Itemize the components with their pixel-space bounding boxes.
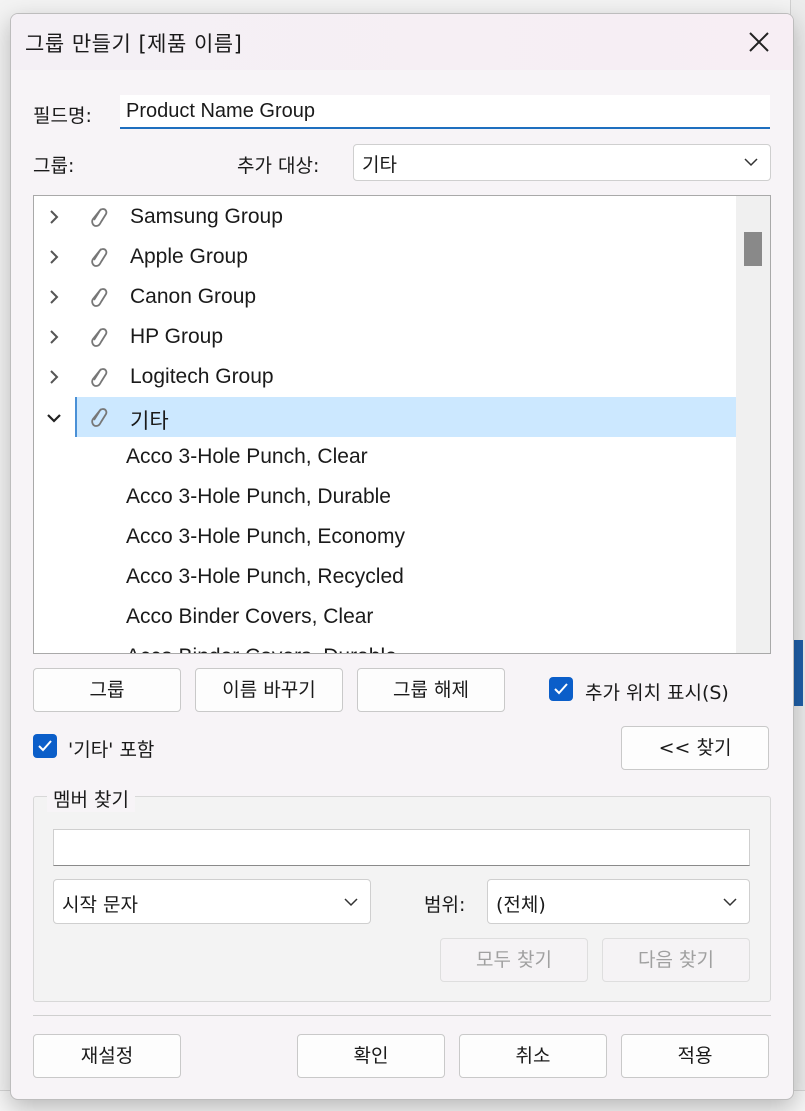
field-name-label: 필드명: (33, 105, 92, 127)
tree-member-label: Acco 3-Hole Punch, Clear (126, 445, 368, 468)
tree-member-label: Acco Binder Covers, Clear (126, 605, 374, 628)
chevron-right-icon[interactable] (48, 289, 60, 305)
chevron-right-icon[interactable] (48, 249, 60, 265)
find-members-title: 멤버 찾기 (47, 785, 135, 812)
tree-group-label: HP Group (130, 325, 223, 348)
find-all-button[interactable]: 모두 찾기 (440, 938, 588, 982)
find-all-label: 모두 찾기 (476, 949, 552, 971)
chevron-right-icon[interactable] (48, 369, 60, 385)
tree-group-row[interactable]: Logitech Group (34, 357, 736, 397)
ungroup-button-label: 그룹 해제 (393, 679, 469, 701)
paperclip-icon (91, 408, 108, 427)
add-target-value: 기타 (362, 154, 397, 176)
close-icon (749, 32, 769, 52)
checkmark-icon (554, 683, 568, 695)
add-target-label: 추가 대상: (237, 155, 320, 177)
tree-group-row[interactable]: Canon Group (34, 277, 736, 317)
group-button-label: 그룹 (89, 679, 125, 701)
tree-group-label: 기타 (130, 410, 169, 433)
group-button[interactable]: 그룹 (33, 668, 181, 712)
tree-group-row[interactable]: Apple Group (34, 237, 736, 277)
find-toggle-button[interactable]: << 찾기 (621, 726, 769, 770)
paperclip-icon (91, 248, 108, 267)
chevron-down-icon (344, 898, 358, 907)
paperclip-icon (91, 328, 108, 347)
scope-select[interactable]: (전체) (487, 879, 750, 924)
tree-member-row[interactable]: Acco 3-Hole Punch, Recycled (34, 557, 736, 597)
paperclip-icon (91, 208, 108, 227)
paperclip-icon (91, 288, 108, 307)
apply-label: 적용 (677, 1045, 713, 1067)
show-add-location-label[interactable]: 추가 위치 표시(S) (585, 678, 729, 705)
rename-button-label: 이름 바꾸기 (222, 679, 316, 701)
scope-label: 범위: (424, 894, 466, 916)
ok-label: 확인 (353, 1045, 389, 1067)
tree-group-row-selected[interactable]: 기타 (75, 397, 736, 437)
group-tree[interactable]: Samsung Group Apple Group Canon Group HP… (33, 195, 771, 654)
create-group-dialog: 그룹 만들기 [제품 이름] 필드명: Product Name Group 그… (10, 13, 794, 1100)
find-toggle-label: << 찾기 (658, 737, 732, 759)
chevron-right-icon[interactable] (48, 209, 60, 225)
background-accent (793, 640, 803, 706)
chevron-down-icon[interactable] (46, 412, 62, 424)
chevron-down-icon (744, 158, 758, 167)
tree-member-label: Acco 3-Hole Punch, Durable (126, 485, 391, 508)
ok-button[interactable]: 확인 (297, 1034, 445, 1078)
reset-label: 재설정 (80, 1045, 134, 1067)
match-mode-select[interactable]: 시작 문자 (53, 879, 371, 924)
tree-scrollbar[interactable] (736, 196, 770, 653)
field-name-value: Product Name Group (126, 100, 315, 122)
tree-member-label: Acco 3-Hole Punch, Economy (126, 525, 405, 548)
footer-separator (33, 1015, 771, 1016)
rename-button[interactable]: 이름 바꾸기 (195, 668, 343, 712)
group-label: 그룹: (33, 155, 75, 177)
tree-group-row[interactable]: HP Group (34, 317, 736, 357)
tree-member-label: Acco 3-Hole Punch, Recycled (126, 565, 404, 588)
paperclip-icon (91, 368, 108, 387)
chevron-right-icon[interactable] (48, 329, 60, 345)
tree-member-row[interactable]: Acco 3-Hole Punch, Clear (34, 437, 736, 477)
apply-button[interactable]: 적용 (621, 1034, 769, 1078)
tree-group-label: Canon Group (130, 285, 257, 308)
add-target-select[interactable]: 기타 (353, 144, 771, 181)
title-bar: 그룹 만들기 [제품 이름] (11, 14, 793, 70)
ungroup-button[interactable]: 그룹 해제 (357, 668, 505, 712)
tree-group-row[interactable]: Samsung Group (34, 197, 736, 237)
tree-group-label: Samsung Group (130, 205, 283, 228)
tree-member-row[interactable]: Acco Binder Covers, Clear (34, 597, 736, 637)
tree-scrollbar-thumb[interactable] (744, 232, 762, 266)
find-next-label: 다음 찾기 (638, 949, 714, 971)
cancel-button[interactable]: 취소 (459, 1034, 607, 1078)
reset-button[interactable]: 재설정 (33, 1034, 181, 1078)
cancel-label: 취소 (515, 1045, 551, 1067)
chevron-down-icon (723, 898, 737, 907)
include-other-checkbox[interactable] (33, 734, 57, 758)
scope-value: (전체) (496, 894, 546, 916)
dialog-title: 그룹 만들기 [제품 이름] (25, 32, 243, 56)
tree-member-row[interactable]: Acco 3-Hole Punch, Economy (34, 517, 736, 557)
include-other-label[interactable]: '기타' 포함 (68, 735, 154, 762)
match-mode-value: 시작 문자 (62, 894, 138, 916)
find-next-button[interactable]: 다음 찾기 (602, 938, 750, 982)
close-button[interactable] (739, 24, 779, 60)
checkmark-icon (38, 740, 52, 752)
tree-group-label: Logitech Group (130, 365, 274, 388)
show-add-location-checkbox[interactable] (549, 677, 573, 701)
tree-member-label: Acco Binder Covers, Durable (126, 645, 397, 653)
field-name-input[interactable]: Product Name Group (120, 95, 770, 129)
member-search-input[interactable] (53, 829, 750, 866)
tree-member-row[interactable]: Acco Binder Covers, Durable (34, 637, 736, 653)
tree-member-row[interactable]: Acco 3-Hole Punch, Durable (34, 477, 736, 517)
tree-group-label: Apple Group (130, 245, 248, 268)
